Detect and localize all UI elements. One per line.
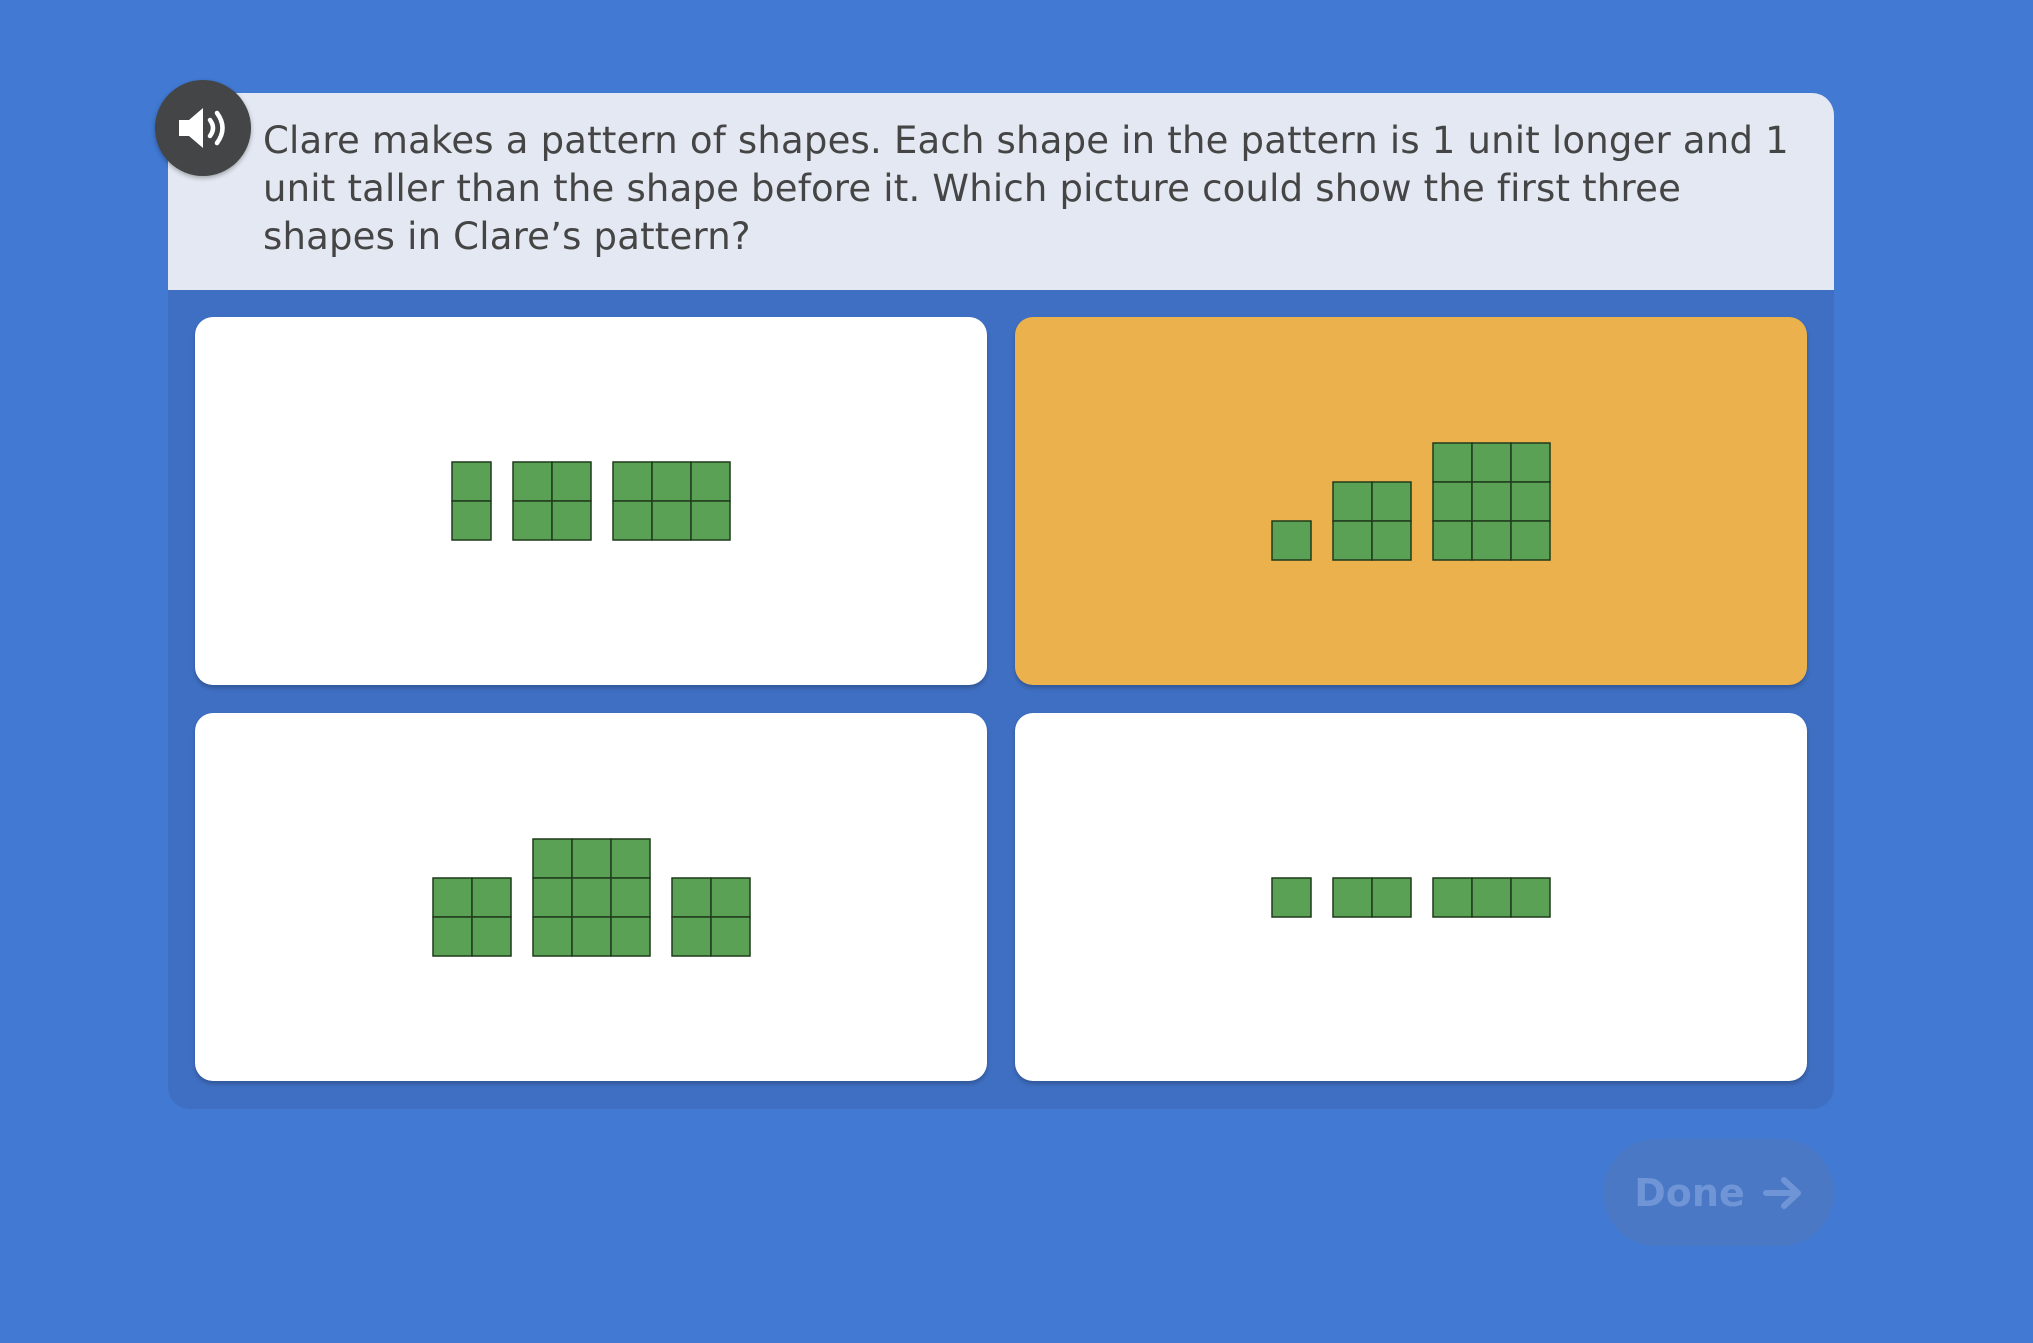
unit-square xyxy=(1471,442,1512,483)
unit-square xyxy=(1432,481,1473,522)
unit-square xyxy=(710,877,751,918)
unit-square xyxy=(1371,520,1412,561)
unit-square xyxy=(1371,481,1412,522)
unit-square xyxy=(610,877,651,918)
unit-square xyxy=(1371,877,1412,918)
tile-shape-2 xyxy=(512,461,592,541)
done-button[interactable]: Done xyxy=(1603,1139,1834,1246)
unit-square xyxy=(571,877,612,918)
tile-shape-1 xyxy=(1271,877,1312,918)
tile-shape-2 xyxy=(1332,877,1412,918)
unit-square xyxy=(612,461,653,502)
unit-square xyxy=(1471,877,1512,918)
unit-square xyxy=(512,500,553,541)
tile-shape-1 xyxy=(1271,520,1312,561)
unit-square xyxy=(471,877,512,918)
tile-shape-2 xyxy=(532,838,651,957)
tile-shape-3 xyxy=(1432,442,1551,561)
unit-square xyxy=(1332,520,1373,561)
audio-button[interactable] xyxy=(155,80,251,176)
tile-shape-3 xyxy=(1432,877,1551,918)
unit-square xyxy=(1510,520,1551,561)
unit-square xyxy=(1432,442,1473,483)
unit-square xyxy=(1432,877,1473,918)
unit-square xyxy=(551,500,592,541)
question-box: Clare makes a pattern of shapes. Each sh… xyxy=(168,93,1834,290)
unit-square xyxy=(612,500,653,541)
unit-square xyxy=(471,916,512,957)
unit-square xyxy=(451,500,492,541)
unit-square xyxy=(610,916,651,957)
tile-shape-2 xyxy=(1332,481,1412,561)
unit-square xyxy=(1332,877,1373,918)
unit-square xyxy=(1510,442,1551,483)
arrow-right-icon xyxy=(1762,1176,1801,1209)
unit-square xyxy=(690,500,731,541)
unit-square xyxy=(1332,481,1373,522)
unit-square xyxy=(1510,877,1551,918)
unit-square xyxy=(1471,481,1512,522)
tile-shape-1 xyxy=(432,877,512,957)
unit-square xyxy=(551,461,592,502)
choice-c-picture xyxy=(432,838,751,957)
unit-square xyxy=(1510,481,1551,522)
answer-choice-a[interactable] xyxy=(195,317,987,685)
unit-square xyxy=(451,461,492,502)
tile-shape-1 xyxy=(451,461,492,541)
unit-square xyxy=(1471,520,1512,561)
unit-square xyxy=(610,838,651,879)
unit-square xyxy=(690,461,731,502)
tile-shape-3 xyxy=(612,461,731,541)
unit-square xyxy=(532,877,573,918)
unit-square xyxy=(1432,520,1473,561)
unit-square xyxy=(671,877,712,918)
unit-square xyxy=(432,916,473,957)
done-label: Done xyxy=(1634,1170,1745,1215)
unit-square xyxy=(532,838,573,879)
answer-choice-b[interactable] xyxy=(1015,317,1807,685)
choice-a-picture xyxy=(451,461,731,541)
question-text: Clare makes a pattern of shapes. Each sh… xyxy=(263,119,1789,258)
unit-square xyxy=(571,916,612,957)
unit-square xyxy=(1271,520,1312,561)
unit-square xyxy=(1271,877,1312,918)
speaker-icon xyxy=(179,108,225,148)
choice-d-picture xyxy=(1271,877,1551,918)
choice-b-picture xyxy=(1271,442,1551,561)
unit-square xyxy=(671,916,712,957)
answer-choice-c[interactable] xyxy=(195,713,987,1081)
unit-square xyxy=(571,838,612,879)
answer-choice-d[interactable] xyxy=(1015,713,1807,1081)
unit-square xyxy=(432,877,473,918)
unit-square xyxy=(532,916,573,957)
question-panel: Clare makes a pattern of shapes. Each sh… xyxy=(168,93,1834,1109)
unit-square xyxy=(651,500,692,541)
tile-shape-3 xyxy=(671,877,751,957)
unit-square xyxy=(512,461,553,502)
unit-square xyxy=(710,916,751,957)
unit-square xyxy=(651,461,692,502)
